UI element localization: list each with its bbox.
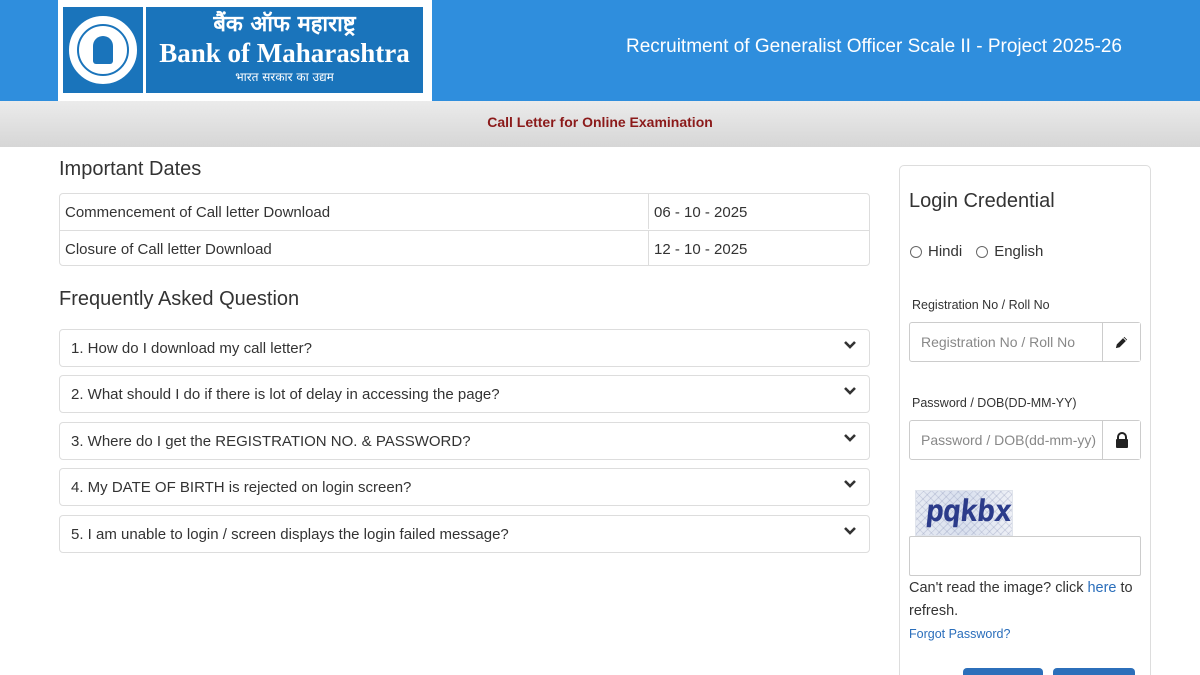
faq-item-download-call-letter[interactable]: 1. How do I download my call letter? xyxy=(59,329,870,367)
chevron-down-icon[interactable] xyxy=(843,431,857,445)
password-field xyxy=(909,420,1141,460)
chevron-down-icon[interactable] xyxy=(843,384,857,398)
page-header: बैंक ऑफ महाराष्ट्र Bank of Maharashtra भ… xyxy=(0,0,1200,101)
captcha-input[interactable] xyxy=(910,537,1140,575)
faq-question: 3. Where do I get the REGISTRATION NO. &… xyxy=(71,433,471,450)
lock-icon xyxy=(1102,421,1140,459)
subtitle-text: Call Letter for Online Examination xyxy=(487,114,713,130)
page-title: Recruitment of Generalist Officer Scale … xyxy=(626,36,1122,57)
captcha-text: pqkbx xyxy=(924,494,1013,529)
emblem-seal xyxy=(69,16,137,84)
date-row: Closure of Call letter Download 12 - 10 … xyxy=(60,230,869,266)
chevron-down-icon[interactable] xyxy=(843,477,857,491)
language-label-english[interactable]: English xyxy=(994,243,1043,260)
bank-tagline-hindi: भारत सरकार का उद्यम xyxy=(235,70,334,84)
chevron-down-icon[interactable] xyxy=(843,524,857,538)
language-label-hindi[interactable]: Hindi xyxy=(928,243,962,260)
password-input[interactable] xyxy=(910,421,1103,459)
faq-item-login-failed[interactable]: 5. I am unable to login / screen display… xyxy=(59,515,870,553)
faq-item-registration-password[interactable]: 3. Where do I get the REGISTRATION NO. &… xyxy=(59,422,870,460)
login-title: Login Credential xyxy=(909,190,1055,212)
faq-question: 2. What should I do if there is lot of d… xyxy=(71,386,500,403)
date-label: Commencement of Call letter Download xyxy=(65,204,331,221)
login-button[interactable] xyxy=(963,668,1043,675)
chevron-down-icon[interactable] xyxy=(843,338,857,352)
captcha-field xyxy=(909,536,1141,576)
forgot-password-link[interactable]: Forgot Password? xyxy=(909,627,1010,641)
faq-heading: Frequently Asked Question xyxy=(59,288,300,310)
bank-emblem-logo xyxy=(63,7,143,93)
date-value: 06 - 10 - 2025 xyxy=(648,194,869,229)
faq-item-dob-rejected[interactable]: 4. My DATE OF BIRTH is rejected on login… xyxy=(59,468,870,506)
important-dates-heading: Important Dates xyxy=(59,158,202,180)
bank-name-hindi: बैंक ऑफ महाराष्ट्र xyxy=(213,12,356,37)
date-label: Closure of Call letter Download xyxy=(65,241,272,258)
registration-field xyxy=(909,322,1141,362)
bank-name-block: बैंक ऑफ महाराष्ट्र Bank of Maharashtra भ… xyxy=(146,7,423,93)
login-panel: Login Credential Hindi English Registrat… xyxy=(899,165,1151,675)
faq-item-page-delay[interactable]: 2. What should I do if there is lot of d… xyxy=(59,375,870,413)
date-value: 12 - 10 - 2025 xyxy=(648,231,869,266)
password-label: Password / DOB(DD-MM-YY) xyxy=(912,396,1077,410)
captcha-help-text: Can't read the image? click here to refr… xyxy=(909,580,1133,619)
date-row: Commencement of Call letter Download 06 … xyxy=(60,194,869,230)
faq-question: 5. I am unable to login / screen display… xyxy=(71,526,509,543)
faq-question: 1. How do I download my call letter? xyxy=(71,340,312,357)
subtitle-bar: Call Letter for Online Examination xyxy=(0,101,1200,147)
language-radio-hindi[interactable] xyxy=(910,245,922,258)
registration-input[interactable] xyxy=(910,323,1103,361)
reset-button[interactable] xyxy=(1053,668,1135,675)
important-dates-table: Commencement of Call letter Download 06 … xyxy=(59,193,870,266)
language-radio-english[interactable] xyxy=(976,245,989,258)
language-selector: Hindi English xyxy=(910,243,1057,260)
faq-question: 4. My DATE OF BIRTH is rejected on login… xyxy=(71,479,412,496)
registration-label: Registration No / Roll No xyxy=(912,298,1050,312)
captcha-image: pqkbx xyxy=(915,490,1013,536)
bank-name-english: Bank of Maharashtra xyxy=(159,38,410,68)
pencil-icon xyxy=(1102,323,1140,361)
captcha-refresh-link[interactable]: here xyxy=(1087,580,1116,596)
